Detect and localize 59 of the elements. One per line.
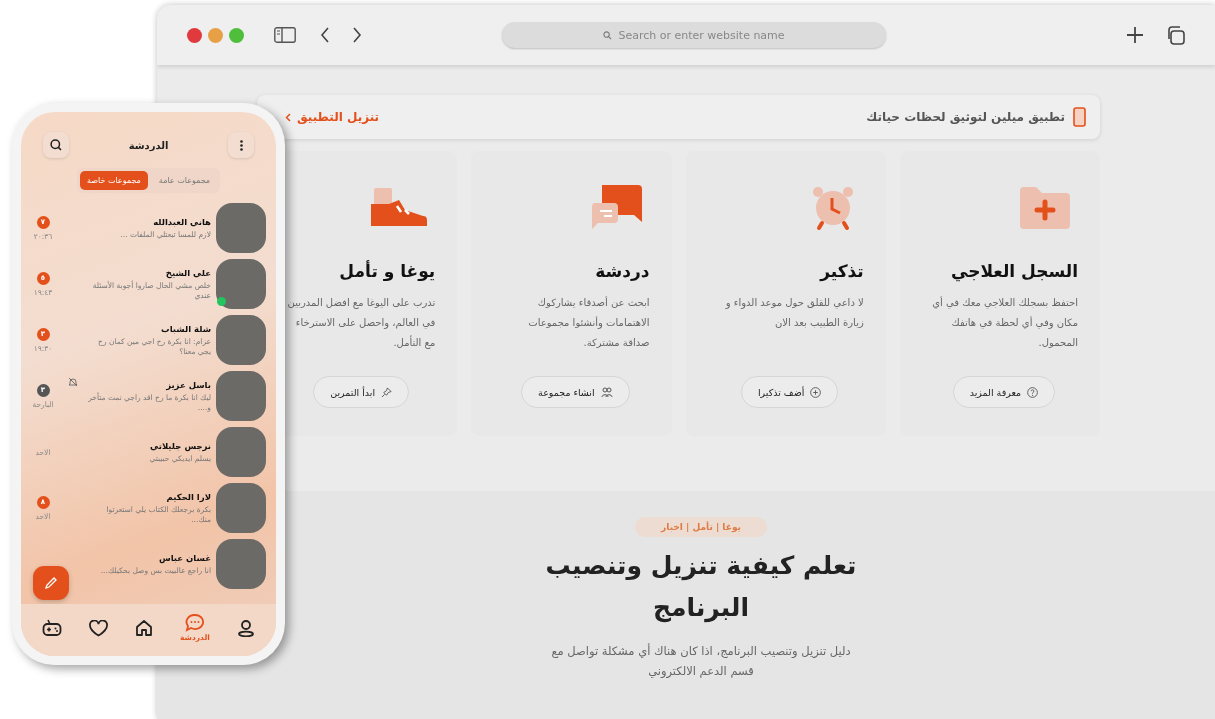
contact-name: هاني العبدالله bbox=[152, 216, 211, 227]
chat-bubble-icon bbox=[184, 614, 205, 632]
card-description: تدرب على اليوغا مع افضل المدربين في العالم، واحصل على الاسترخاء مع التأمل. bbox=[287, 296, 436, 351]
section-heading: تعلم كيفية تنزيل وتنصيب البرنامج bbox=[544, 550, 858, 625]
sneaker-icon bbox=[371, 188, 428, 228]
download-app-link[interactable]: تنزيل التطبيق bbox=[285, 110, 380, 124]
card-title: دردشة bbox=[595, 261, 650, 281]
folder-plus-icon bbox=[1020, 187, 1070, 229]
card-title: يوغا و تأمل bbox=[339, 261, 436, 281]
tabs-overview-icon[interactable] bbox=[1166, 25, 1185, 45]
card-description: ابحث عن أصدقاء يشاركوك الاهتمامات وأنشئوا مجموعات صداقة مشتركة. bbox=[527, 295, 650, 350]
card-action-button[interactable]: ابدأ التمرين bbox=[313, 376, 410, 408]
card-title: تذكير bbox=[820, 261, 864, 281]
pencil-icon bbox=[44, 576, 58, 590]
search-icon bbox=[50, 139, 62, 151]
sidebar-icon[interactable] bbox=[274, 27, 296, 43]
banner-text: تطبيق ميلين لتوثيق لحظات حياتك bbox=[866, 110, 1065, 124]
gamepad-icon bbox=[42, 619, 63, 637]
card-action-button[interactable]: انشاء مجموعة bbox=[521, 376, 630, 408]
pin-icon bbox=[381, 386, 393, 398]
section-description: دليل تنزيل وتنصيب البرنامج، اذا كان هناك أي مشكلة تواصل مع قسم الدعم الالكتروني bbox=[551, 642, 851, 680]
back-icon[interactable] bbox=[320, 27, 330, 43]
more-button[interactable] bbox=[228, 132, 254, 158]
card-description: احتفظ بسجلك العلاجي معك في أي مكان وفي أي لحظة في هاتفك المحمول. bbox=[931, 295, 1078, 350]
address-placeholder: Search or enter website name bbox=[618, 28, 785, 42]
chat-bubbles-icon bbox=[589, 185, 642, 231]
nav-tab[interactable] bbox=[135, 619, 154, 637]
nav-tab[interactable] bbox=[42, 619, 63, 637]
contact-name: باسل عزيز bbox=[165, 379, 211, 390]
nav-tab[interactable] bbox=[236, 619, 255, 637]
people-icon bbox=[600, 386, 613, 398]
kebab-menu-icon bbox=[239, 139, 243, 151]
screen-title: الدردشة bbox=[128, 139, 169, 151]
home-icon bbox=[135, 619, 154, 637]
group-tab[interactable]: مجموعات عامة bbox=[151, 171, 218, 190]
contact-name: شلة الشباب bbox=[160, 323, 211, 334]
heart-icon bbox=[89, 619, 109, 637]
contact-name: نرجس جليلاتي bbox=[149, 440, 211, 451]
close-window-button[interactable] bbox=[187, 27, 202, 43]
plus-circle-icon bbox=[810, 386, 822, 398]
forward-icon[interactable] bbox=[352, 27, 362, 43]
card-action-button[interactable]: أضف تذكيرا bbox=[740, 376, 839, 408]
chevron-icon bbox=[285, 112, 291, 122]
card-action-button[interactable]: معرفة المزيد bbox=[952, 376, 1056, 408]
nav-tab[interactable] bbox=[89, 619, 109, 637]
user-icon bbox=[236, 619, 255, 637]
contact-name: لارا الحكيم bbox=[165, 491, 211, 502]
search-icon bbox=[603, 30, 613, 40]
category-tag: يوغا | تأمل | اخبار bbox=[635, 517, 767, 537]
question-circle-icon bbox=[1027, 386, 1039, 398]
phone-icon bbox=[1073, 107, 1086, 127]
search-button[interactable] bbox=[43, 132, 69, 158]
new-tab-icon[interactable] bbox=[1126, 26, 1144, 44]
group-tab[interactable]: مجموعات خاصة bbox=[79, 171, 148, 190]
contact-name: غسان عباس bbox=[157, 552, 211, 563]
card-description: لا داعي للقلق حول موعد الدواء و زيارة الطبيب بعد الان bbox=[724, 296, 864, 330]
contact-name: علي الشيخ bbox=[164, 267, 211, 278]
address-field[interactable]: Search or enter website name bbox=[502, 22, 886, 48]
card-title: السجل العلاجي bbox=[950, 261, 1078, 281]
